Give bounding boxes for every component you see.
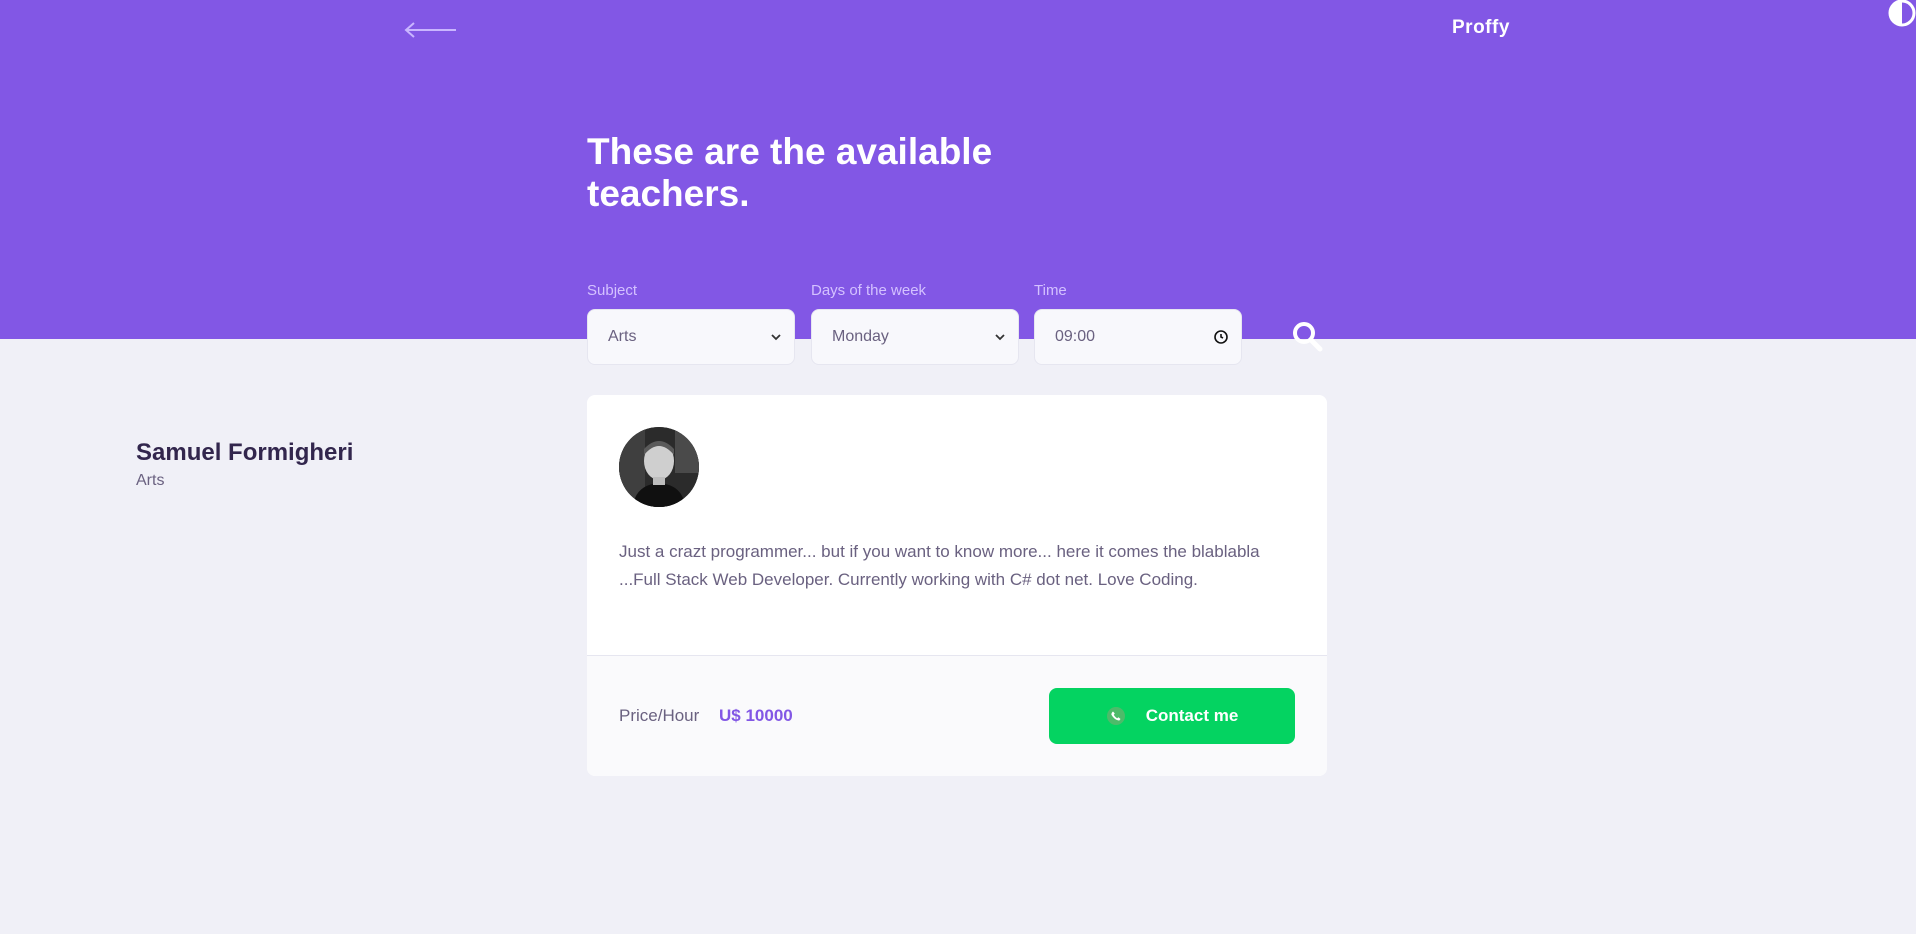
subject-select-value: Arts	[608, 328, 637, 345]
logo: Proffy	[1452, 17, 1510, 38]
half-circle-icon	[1888, 0, 1916, 27]
week-day-select-value: Monday	[832, 328, 889, 345]
teacher-subject: Arts	[136, 472, 165, 489]
contact-button[interactable]: Contact me	[1049, 688, 1295, 744]
time-input-value: 09:00	[1055, 328, 1096, 345]
page-header: Proffy These are the available teachers.…	[0, 0, 1916, 365]
card-footer: Price/Hour U$ 10000 Contact me	[587, 655, 1327, 776]
subject-select[interactable]: Arts	[587, 309, 795, 365]
time-label: Time	[1034, 282, 1067, 299]
time-filter: Time 09:00	[1034, 282, 1242, 365]
chevron-down-icon	[995, 334, 1005, 341]
week-day-filter: Days of the week Monday	[811, 282, 1019, 365]
price-value: U$ 10000	[719, 706, 793, 725]
clock-icon[interactable]	[1213, 329, 1229, 345]
avatar	[619, 427, 699, 507]
week-day-select[interactable]: Monday	[811, 309, 1019, 365]
theme-toggle[interactable]	[1887, 0, 1916, 30]
arrow-left-icon	[404, 22, 456, 38]
avatar-portrait	[619, 427, 699, 507]
teacher-card: Just a crazt programmer... but if you wa…	[587, 395, 1327, 776]
back-link[interactable]	[404, 18, 458, 42]
chevron-down-icon	[771, 334, 781, 341]
magnifier-icon	[1293, 322, 1323, 352]
whatsapp-icon	[1106, 706, 1126, 726]
teacher-name: Samuel Formigheri	[136, 439, 354, 466]
contact-button-label: Contact me	[1145, 706, 1239, 725]
week-day-label: Days of the week	[811, 282, 927, 299]
teacher-bio: Just a crazt programmer... but if you wa…	[619, 542, 1260, 589]
time-input[interactable]: 09:00	[1034, 309, 1242, 365]
subject-filter: Subject Arts	[587, 282, 795, 365]
subject-label: Subject	[587, 282, 638, 299]
search-button[interactable]	[1290, 320, 1324, 354]
price-label: Price/Hour	[619, 706, 700, 725]
page-title: These are the available teachers.	[587, 131, 993, 214]
